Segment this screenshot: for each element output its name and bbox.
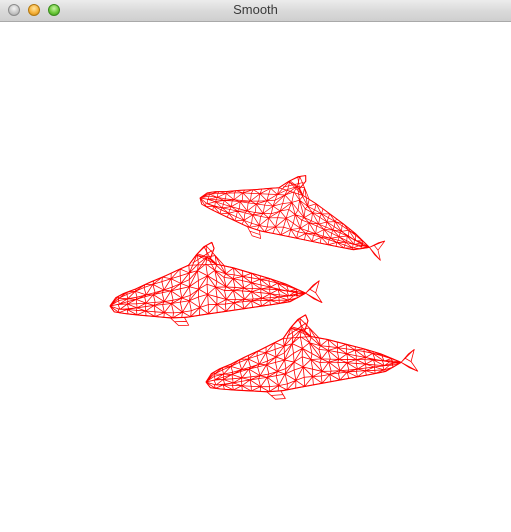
window-title: Smooth (233, 2, 278, 17)
app-window: Smooth (0, 0, 511, 532)
dolphin-mesh (205, 317, 402, 393)
tail-fluke (305, 280, 323, 303)
gl-canvas[interactable] (0, 22, 511, 532)
dolphin-mesh (199, 176, 370, 250)
scene-svg (109, 175, 419, 400)
dolphin-wireframe (205, 314, 419, 400)
tail-fluke (369, 240, 386, 261)
dolphin-wireframe (109, 241, 323, 327)
pectoral-fin (170, 317, 190, 327)
title-bar[interactable]: Smooth (0, 0, 511, 22)
tail-fluke (400, 348, 419, 372)
dolphin-wireframe (199, 175, 386, 261)
